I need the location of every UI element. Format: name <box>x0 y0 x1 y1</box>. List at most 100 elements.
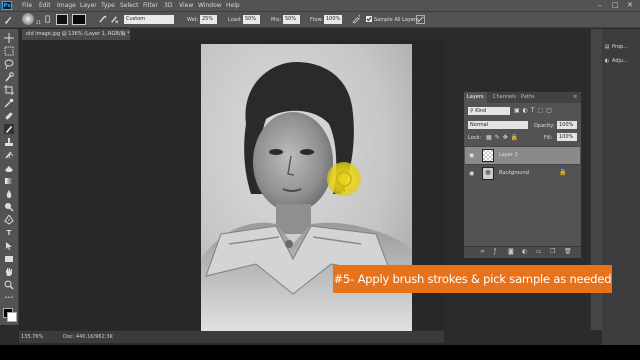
add-mask-icon[interactable]: ◙ <box>508 248 514 255</box>
dodge-tool-icon[interactable] <box>4 202 14 212</box>
marquee-tool-icon[interactable] <box>4 46 14 56</box>
blur-tool-icon[interactable] <box>4 189 14 199</box>
tab-paths[interactable]: Paths <box>518 92 538 103</box>
menu-layer[interactable]: Layer <box>80 2 97 9</box>
sample-all-layers-checkbox[interactable] <box>366 16 372 22</box>
visibility-eye-icon[interactable]: ◉ <box>469 152 474 159</box>
minimize-icon[interactable]: – <box>598 1 602 9</box>
close-icon[interactable]: ✕ <box>627 1 633 9</box>
adjustments-icon: ◐ <box>604 58 610 64</box>
link-layers-icon[interactable]: ∞ <box>480 248 485 255</box>
menu-3d[interactable]: 3D <box>164 2 172 9</box>
mixer-brush-tool-icon[interactable] <box>4 15 13 24</box>
new-layer-icon[interactable]: ❐ <box>550 248 555 255</box>
eraser-tool-icon[interactable] <box>4 163 14 173</box>
healing-brush-tool-icon[interactable] <box>4 111 14 121</box>
toggle-brush-panel-icon[interactable] <box>45 15 50 24</box>
wet-label: Wet: <box>187 17 199 23</box>
document-tab-title: old image.jpg @ 136% (Layer 1, RGB/8) * <box>26 31 130 37</box>
tools-panel: T ••• <box>0 29 19 325</box>
tab-layers[interactable]: Layers <box>464 92 487 103</box>
menu-type[interactable]: Type <box>101 2 115 9</box>
mix-label: Mix: <box>271 17 282 23</box>
lock-label: Lock: <box>468 135 482 141</box>
properties-icon: ▤ <box>604 44 610 50</box>
menu-help[interactable]: Help <box>226 2 240 9</box>
layer-1-thumbnail <box>482 149 494 162</box>
background-thumbnail <box>482 167 494 180</box>
background-color-swatch[interactable] <box>7 312 17 322</box>
adjustment-layer-icon[interactable]: ◐ <box>522 248 527 255</box>
load-label: Load: <box>228 17 242 23</box>
photoshop-window: Ps File Edit Image Layer Type Select Fil… <box>0 0 640 345</box>
opacity-field[interactable]: 100% <box>557 121 577 129</box>
brush-load-preview[interactable] <box>72 14 86 25</box>
lasso-tool-icon[interactable] <box>4 59 14 70</box>
document-size: Doc: 440.1K/962.3K <box>63 334 113 340</box>
load-field[interactable]: 50% <box>243 15 260 24</box>
load-brush-icon[interactable] <box>98 15 107 24</box>
menu-filter[interactable]: Filter <box>143 2 158 9</box>
path-selection-tool-icon[interactable] <box>4 241 14 251</box>
wet-field[interactable]: 25% <box>200 15 217 24</box>
layer-row-layer-1[interactable]: ◉ Layer 1 <box>465 146 580 164</box>
tutorial-caption: #5- Apply brush strokes & pick sample as… <box>333 265 612 293</box>
blend-mode-select[interactable]: Normal <box>468 121 528 129</box>
eyedropper-tool-icon[interactable] <box>4 98 14 108</box>
panel-menu-icon[interactable]: ≡ <box>570 92 580 103</box>
layer-row-background[interactable]: ◉ Background 🔒 <box>465 164 580 182</box>
close-document-icon[interactable]: × <box>121 29 126 40</box>
status-bar: 135.76% Doc: 440.1K/962.3K <box>19 331 444 343</box>
pen-tool-icon[interactable] <box>4 214 14 225</box>
mix-field[interactable]: 50% <box>283 15 300 24</box>
layer-kind-filter[interactable]: ⚲ Kind <box>468 107 510 115</box>
move-tool-icon[interactable] <box>4 33 14 43</box>
pressure-size-icon[interactable] <box>416 15 425 24</box>
menu-select[interactable]: Select <box>120 2 139 9</box>
brush-tool-icon[interactable] <box>4 124 14 134</box>
menu-window[interactable]: Window <box>198 2 222 9</box>
flow-field[interactable]: 100% <box>324 15 342 24</box>
type-tool-icon[interactable]: T <box>4 228 14 238</box>
new-group-icon[interactable]: ▭ <box>536 248 542 255</box>
properties-panel-button[interactable]: ▤ Prop... <box>602 41 640 53</box>
visibility-eye-icon[interactable]: ◉ <box>469 170 474 177</box>
history-brush-tool-icon[interactable] <box>4 150 14 160</box>
document-tab[interactable]: old image.jpg @ 136% (Layer 1, RGB/8) * … <box>22 29 130 40</box>
zoom-tool-icon[interactable] <box>4 280 14 290</box>
tab-channels[interactable]: Channels <box>490 92 519 103</box>
quick-select-tool-icon[interactable] <box>4 72 14 82</box>
hand-tool-icon[interactable] <box>4 267 14 277</box>
zoom-level[interactable]: 135.76% <box>21 331 43 343</box>
clone-stamp-tool-icon[interactable] <box>4 137 14 147</box>
more-tools-icon[interactable]: ••• <box>4 293 14 303</box>
adjustments-panel-button[interactable]: ◐ Adju... <box>602 55 640 67</box>
layer-style-icon[interactable]: ƒ <box>494 248 496 255</box>
layers-panel-footer: ∞ ƒ ◙ ◐ ▭ ❐ 🗑 <box>464 246 581 258</box>
menu-edit[interactable]: Edit <box>39 2 51 9</box>
gradient-tool-icon[interactable] <box>4 176 14 186</box>
blend-preset-select[interactable]: Custom <box>124 15 174 24</box>
airbrush-icon[interactable] <box>352 15 361 24</box>
menu-image[interactable]: Image <box>57 2 76 9</box>
fill-label: Fill: <box>544 135 553 141</box>
right-dock: ▤ Prop... ◐ Adju... <box>602 29 640 345</box>
delete-layer-icon[interactable]: 🗑 <box>564 248 572 255</box>
maximize-icon[interactable]: □ <box>612 1 619 9</box>
layer-name: Background <box>499 170 529 176</box>
shape-tool-icon[interactable] <box>4 254 14 264</box>
layers-panel-tabs: Layers Channels Paths ≡ <box>464 92 581 103</box>
brush-size-value: 21 <box>36 20 42 25</box>
layers-panel: Layers Channels Paths ≡ ⚲ Kind ▣◐T⬚▢ Nor… <box>463 91 582 259</box>
clean-brush-icon[interactable] <box>110 15 119 24</box>
options-bar: 21 Custom Wet: 25% Load: 50% Mix: 50% Fl… <box>0 11 640 28</box>
current-brush-load-swatch[interactable] <box>56 14 68 25</box>
crop-tool-icon[interactable] <box>4 85 14 95</box>
layer-filter-icons[interactable]: ▣◐T⬚▢ <box>514 107 555 114</box>
brush-preset-picker[interactable] <box>22 13 34 25</box>
sample-all-layers-label: Sample All Layers <box>374 17 419 23</box>
menu-view[interactable]: View <box>179 2 193 9</box>
lock-options-icons[interactable]: ▦✎✥🔒 <box>486 134 521 141</box>
fill-field[interactable]: 100% <box>557 133 577 141</box>
menu-file[interactable]: File <box>22 2 32 9</box>
